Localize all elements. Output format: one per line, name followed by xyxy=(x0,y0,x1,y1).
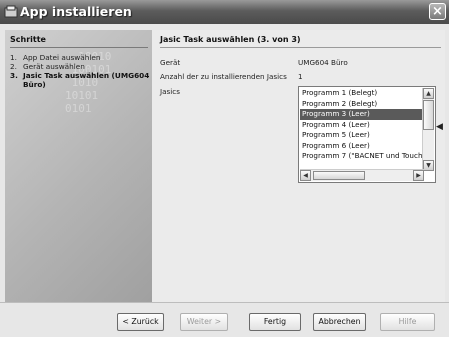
step-number: 1. xyxy=(10,53,17,62)
window-title: App installieren xyxy=(20,4,132,19)
scroll-left-icon[interactable]: ◀ xyxy=(300,170,311,181)
count-value: 1 xyxy=(298,72,303,81)
jasics-label: Jasics xyxy=(160,87,180,96)
jasic-item[interactable]: Programm 2 (Belegt) xyxy=(300,99,424,110)
main-panel: Jasic Task auswählen (3. von 3) Gerät UM… xyxy=(152,30,445,302)
step-number: 3. xyxy=(10,71,18,80)
jasics-items: Programm 1 (Belegt) Programm 2 (Belegt) … xyxy=(299,88,425,162)
scroll-up-icon[interactable]: ▲ xyxy=(423,88,434,99)
step-item: 1. App Datei auswählen xyxy=(10,53,150,62)
step-item: 2. Gerät auswählen xyxy=(10,62,150,71)
step-label: Gerät auswählen xyxy=(23,62,85,71)
steps-list: 1. App Datei auswählen 2. Gerät auswähle… xyxy=(10,53,150,89)
horizontal-scrollbar[interactable]: ◀ ▶ xyxy=(300,169,424,181)
device-label: Gerät xyxy=(160,58,181,67)
vertical-scroll-thumb[interactable] xyxy=(423,100,434,130)
next-button[interactable]: Weiter > xyxy=(180,313,228,331)
finish-button[interactable]: Fertig xyxy=(249,313,301,331)
device-value: UMG604 Büro xyxy=(298,58,348,67)
step-number: 2. xyxy=(10,62,17,71)
step-item-active: 3. Jasic Task auswählen (UMG604 Büro) xyxy=(10,71,150,89)
horizontal-scroll-thumb[interactable] xyxy=(313,171,365,180)
installer-window: App installieren × 10010 100101 1010 101… xyxy=(0,0,449,337)
jasic-item[interactable]: Programm 5 (Leer) xyxy=(300,130,424,141)
step-label: Jasic Task auswählen (UMG604 Büro) xyxy=(23,71,150,89)
title-bar[interactable]: App installieren × xyxy=(0,0,449,24)
steps-sidebar: 10010 100101 1010 10101 0101 Schritte 1.… xyxy=(5,30,152,302)
jasics-listbox[interactable]: Programm 1 (Belegt) Programm 2 (Belegt) … xyxy=(298,86,436,183)
jasic-item[interactable]: Programm 1 (Belegt) xyxy=(300,88,424,99)
jasic-item[interactable]: Programm 7 ("BACNET und Touch S xyxy=(300,151,424,162)
pointer-arrow-icon: ◀ xyxy=(436,122,443,132)
button-bar: < Zurück Weiter > Fertig Abbrechen Hilfe xyxy=(0,302,449,337)
page-title: Jasic Task auswählen (3. von 3) xyxy=(160,35,301,44)
vertical-scrollbar[interactable]: ▲ ▼ xyxy=(422,88,434,171)
count-label: Anzahl der zu installierenden Jasics xyxy=(160,72,287,81)
scroll-down-icon[interactable]: ▼ xyxy=(423,160,434,171)
app-installer-icon xyxy=(4,5,18,18)
jasic-item[interactable]: Programm 4 (Leer) xyxy=(300,120,424,131)
sidebar-title: Schritte xyxy=(10,35,46,44)
back-button[interactable]: < Zurück xyxy=(117,313,164,331)
cancel-button[interactable]: Abbrechen xyxy=(313,313,366,331)
scroll-right-icon[interactable]: ▶ xyxy=(413,170,424,181)
jasic-item[interactable]: Programm 6 (Leer) xyxy=(300,141,424,152)
jasic-item-selected[interactable]: Programm 3 (Leer) xyxy=(299,108,425,121)
title-divider xyxy=(160,47,441,48)
help-button[interactable]: Hilfe xyxy=(380,313,435,331)
step-label: App Datei auswählen xyxy=(23,53,101,62)
sidebar-divider xyxy=(10,47,148,48)
close-icon[interactable]: × xyxy=(429,3,446,20)
